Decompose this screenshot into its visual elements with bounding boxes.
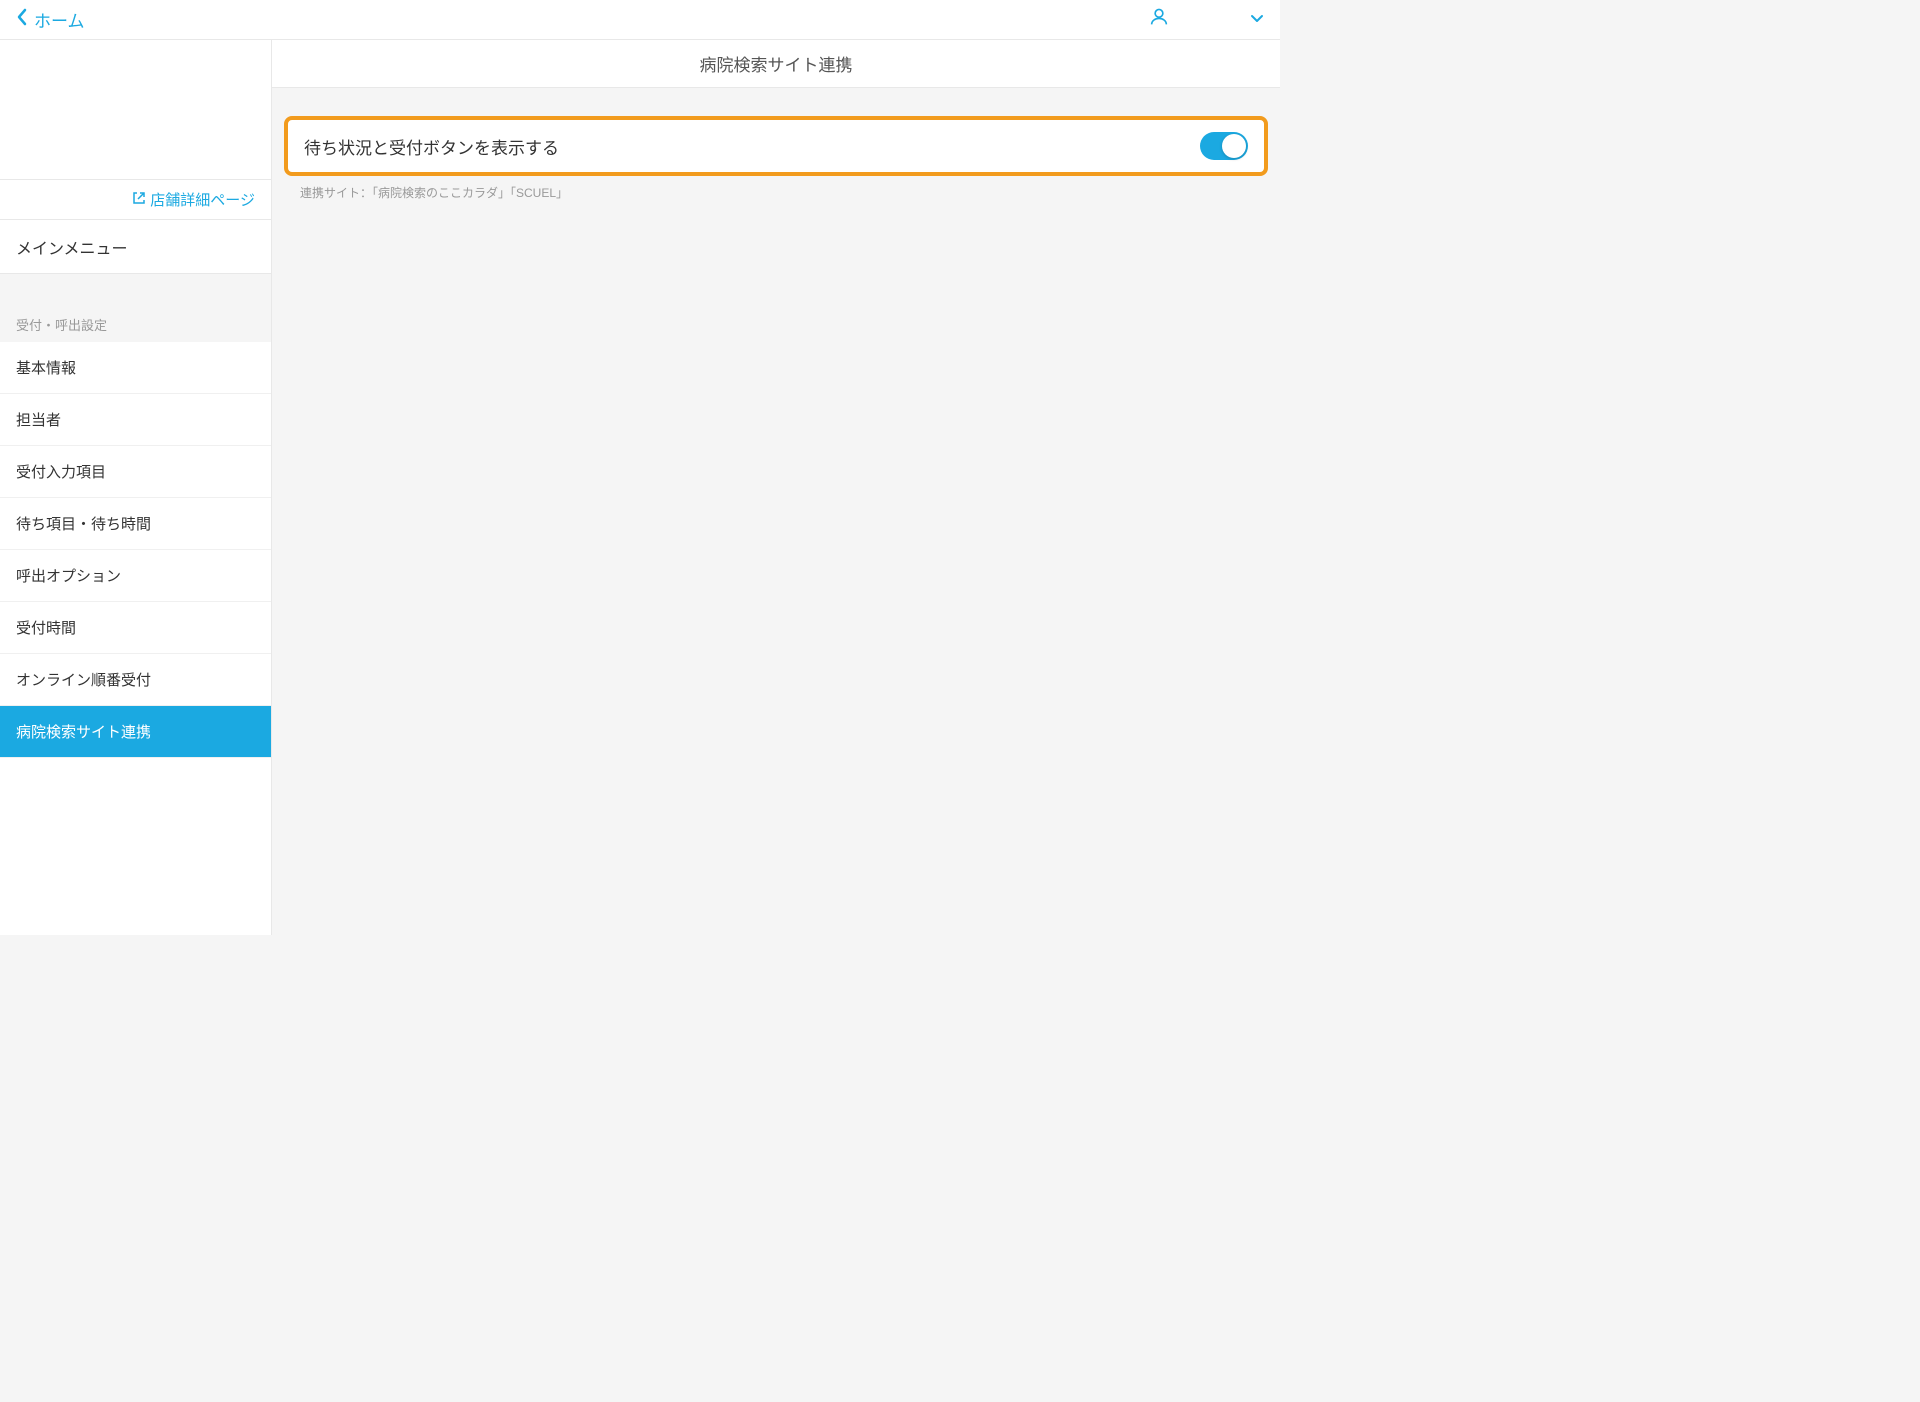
main-menu-item[interactable]: メインメニュー	[0, 220, 271, 274]
sidebar-item-online-queue[interactable]: オンライン順番受付	[0, 654, 271, 706]
sidebar-item-label: 待ち項目・待ち時間	[16, 513, 151, 534]
sidebar-item-reception-hours[interactable]: 受付時間	[0, 602, 271, 654]
store-detail-link-label: 店舗詳細ページ	[150, 189, 255, 210]
content-body: 待ち状況と受付ボタンを表示する 連携サイト：「病院検索のここカラダ」「SCUEL…	[272, 88, 1280, 229]
app-header: ホーム	[0, 0, 1280, 40]
sidebar: 店舗詳細ページ メインメニュー 受付・呼出設定 基本情報 担当者 受付入力項目 …	[0, 40, 272, 935]
helper-text: 連携サイト：「病院検索のここカラダ」「SCUEL」	[284, 176, 1268, 201]
sidebar-item-label: 担当者	[16, 409, 61, 430]
toggle-label: 待ち状況と受付ボタンを表示する	[304, 134, 559, 159]
sidebar-section-title: 受付・呼出設定	[16, 315, 107, 334]
sidebar-item-staff[interactable]: 担当者	[0, 394, 271, 446]
sidebar-item-reception-input[interactable]: 受付入力項目	[0, 446, 271, 498]
sidebar-item-label: オンライン順番受付	[16, 669, 151, 690]
toggle-knob	[1222, 134, 1246, 158]
main-menu-label: メインメニュー	[16, 235, 128, 259]
highlighted-setting-card: 待ち状況と受付ボタンを表示する	[284, 116, 1268, 176]
toggle-row: 待ち状況と受付ボタンを表示する	[288, 120, 1264, 172]
store-detail-link[interactable]: 店舗詳細ページ	[0, 180, 271, 220]
external-link-icon	[132, 191, 146, 209]
sidebar-item-hospital-search-link[interactable]: 病院検索サイト連携	[0, 706, 271, 758]
sidebar-item-wait-items[interactable]: 待ち項目・待ち時間	[0, 498, 271, 550]
sidebar-item-call-options[interactable]: 呼出オプション	[0, 550, 271, 602]
sidebar-item-label: 受付時間	[16, 617, 76, 638]
content-title: 病院検索サイト連携	[700, 51, 853, 76]
app-body: 店舗詳細ページ メインメニュー 受付・呼出設定 基本情報 担当者 受付入力項目 …	[0, 40, 1280, 935]
back-button[interactable]: ホーム	[16, 7, 85, 32]
sidebar-item-label: 呼出オプション	[16, 565, 121, 586]
section-gap	[0, 274, 271, 310]
header-actions	[1148, 6, 1264, 33]
sidebar-item-label: 受付入力項目	[16, 461, 106, 482]
content-header: 病院検索サイト連携	[272, 40, 1280, 88]
content-area: 病院検索サイト連携 待ち状況と受付ボタンを表示する 連携サイト：「病院検索のここ…	[272, 40, 1280, 935]
user-icon[interactable]	[1148, 6, 1170, 33]
sidebar-item-label: 基本情報	[16, 357, 76, 378]
display-status-toggle[interactable]	[1200, 132, 1248, 160]
back-label: ホーム	[34, 7, 85, 32]
chevron-down-icon[interactable]	[1250, 11, 1264, 29]
sidebar-logo-area	[0, 40, 271, 180]
chevron-left-icon	[16, 8, 28, 31]
sidebar-item-label: 病院検索サイト連携	[16, 721, 151, 742]
sidebar-item-basic-info[interactable]: 基本情報	[0, 342, 271, 394]
sidebar-section-header: 受付・呼出設定	[0, 310, 271, 342]
